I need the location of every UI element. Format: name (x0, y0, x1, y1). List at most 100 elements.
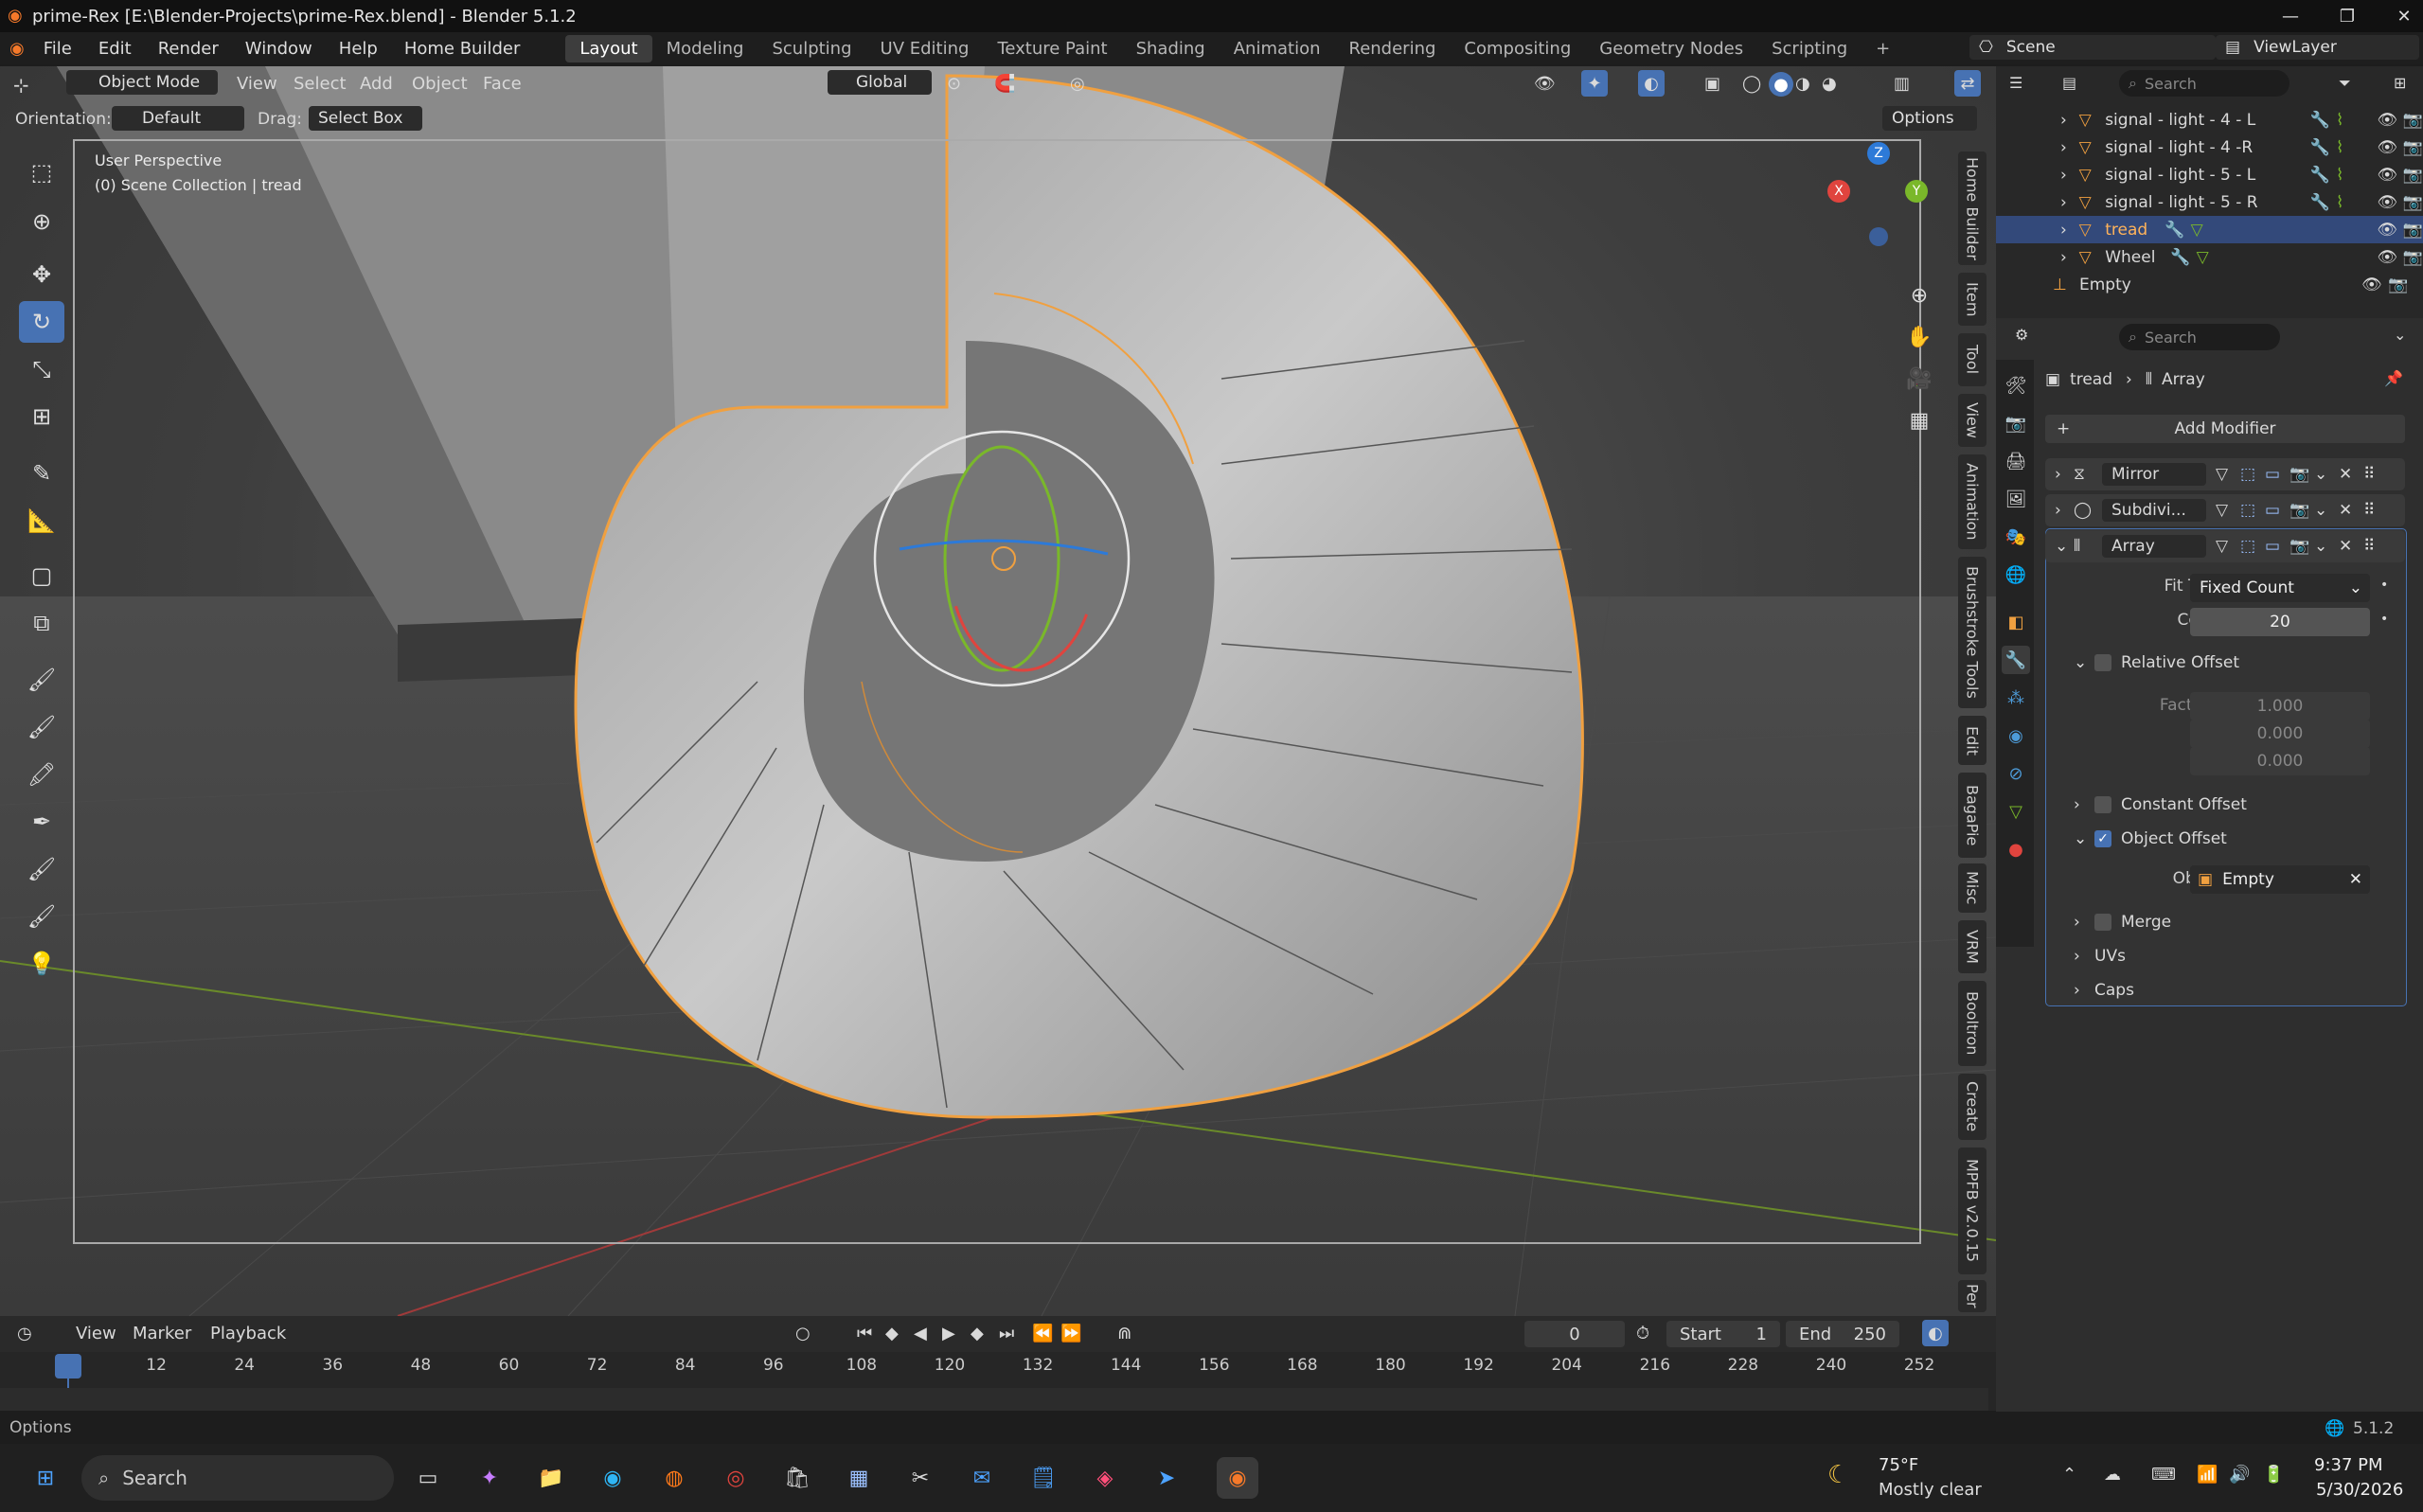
timeline-overlay-icon[interactable]: ◐ (1922, 1320, 1949, 1346)
object-tab[interactable]: ◧ (2002, 608, 2030, 636)
render-tab[interactable]: 📷 (2002, 409, 2030, 437)
properties-search[interactable]: ⌕ Search (2119, 324, 2280, 350)
calculator-icon[interactable]: ▦ (838, 1457, 880, 1499)
stopwatch-icon[interactable]: ⏱ (1636, 1324, 1649, 1343)
play-icon[interactable]: ▶ (942, 1324, 955, 1343)
menu-add[interactable]: Add (360, 74, 393, 94)
display-mode-icon[interactable]: ▤ (2062, 74, 2076, 92)
eye-icon[interactable]: 👁 (2361, 276, 2388, 294)
expand-arrow-icon[interactable]: › (2055, 465, 2074, 484)
wireframe-shading-icon[interactable]: ◯ (1742, 74, 1761, 94)
chevron-down-icon[interactable]: ⌄ (2314, 537, 2339, 556)
clock-date[interactable]: 5/30/2026 (2316, 1480, 2403, 1500)
options-dropdown[interactable]: Options (1882, 106, 1977, 131)
measure-tool[interactable]: 📐 (19, 500, 64, 542)
factor-x-field[interactable]: 1.000 (2190, 692, 2370, 720)
scene-selector[interactable]: ⎔ Scene (1969, 35, 2216, 60)
world-tab[interactable]: 🌐 (2002, 560, 2030, 589)
timeline-ruler[interactable]: 0122436486072849610812013214415616818019… (0, 1352, 1996, 1411)
transform-tool[interactable]: ⊞ (19, 396, 64, 437)
pin-icon[interactable]: 📌 (2384, 369, 2403, 387)
viewport-display-icon[interactable]: ▭ (2265, 537, 2289, 556)
volume-icon[interactable]: 🔊 (2229, 1465, 2250, 1485)
menu-file[interactable]: File (30, 39, 85, 59)
tab-layout[interactable]: Layout (565, 34, 652, 62)
timeline-menu-marker[interactable]: Marker (133, 1324, 191, 1343)
battery-icon[interactable]: 🔋 (2263, 1465, 2284, 1485)
outliner-row[interactable]: › ▽ Wheel 🔧 ▽ 👁 📷 (1996, 243, 2423, 271)
clear-icon[interactable]: ✕ (2349, 870, 2362, 889)
editor-type-icon[interactable]: ⊹ (13, 74, 29, 97)
edge-icon[interactable]: ◉ (592, 1457, 633, 1499)
outliner-row-selected[interactable]: › ▽ tread 🔧 ▽ 👁 📷 (1996, 216, 2423, 243)
object-offset-subpanel[interactable]: ⌄ ✓ Object Offset (2074, 829, 2227, 848)
cursor-tool[interactable]: ⊕ (19, 201, 64, 242)
constant-offset-checkbox[interactable] (2094, 796, 2111, 813)
expand-arrow-icon[interactable]: › (2060, 111, 2079, 130)
modifier-name-field[interactable]: Mirror (2102, 463, 2206, 486)
filter-icon[interactable]: ⏷ (2339, 74, 2351, 93)
chevron-down-icon[interactable]: ⌄ (2314, 465, 2339, 484)
transform-orientation-selector[interactable]: Global (828, 70, 932, 95)
tab-shading[interactable]: Shading (1122, 35, 1220, 62)
camera-render-icon[interactable]: 📷 (2403, 111, 2423, 130)
material-shading-icon[interactable]: ◑ (1795, 74, 1810, 94)
jump-end-icon[interactable]: ⏭ (999, 1324, 1014, 1343)
relative-offset-subpanel[interactable]: ⌄ Relative Offset (2074, 653, 2239, 672)
copilot-icon[interactable]: ✦ (469, 1457, 510, 1499)
eye-icon[interactable]: 👁 (2377, 138, 2403, 157)
tab-modeling[interactable]: Modeling (652, 35, 758, 62)
current-frame-field[interactable]: 0 (1524, 1321, 1625, 1347)
object-offset-checkbox[interactable]: ✓ (2094, 830, 2111, 847)
edit-mode-icon[interactable]: ⬚ (2240, 537, 2265, 556)
tab-animation[interactable]: Animation (1220, 35, 1335, 62)
menu-home-builder[interactable]: Home Builder (391, 39, 534, 59)
uvs-subpanel[interactable]: › UVs (2074, 947, 2126, 966)
status-options[interactable]: Options (9, 1418, 72, 1437)
clock-time[interactable]: 9:37 PM (2314, 1455, 2383, 1475)
visibility-icon[interactable]: 👁 (1534, 74, 1556, 94)
outliner-row[interactable]: › ▽ signal - light - 4 -R 🔧 ⌇ 👁 📷 (1996, 133, 2423, 161)
scale-tool[interactable]: ⤡ (19, 348, 64, 390)
output-tab[interactable]: 🖨 (2002, 447, 2030, 475)
gizmo-y-axis[interactable]: Y (1905, 180, 1928, 203)
camera-render-icon[interactable]: 📷 (2403, 138, 2423, 157)
render-toggle-icon[interactable]: 📷 (2289, 465, 2314, 484)
tab-rendering[interactable]: Rendering (1335, 35, 1451, 62)
3d-viewport[interactable]: User Perspective (0) Scene Collection | … (0, 66, 1996, 1316)
file-explorer-icon[interactable]: 📁 (530, 1457, 572, 1499)
render-toggle-icon[interactable]: 📷 (2289, 537, 2314, 556)
blender-taskbar-icon[interactable]: ◉ (1217, 1457, 1258, 1499)
expand-arrow-icon[interactable]: › (2060, 221, 2079, 240)
drag-handle-icon[interactable]: ⠿ (2363, 501, 2375, 520)
snap-timeline-icon[interactable]: ⋒ (1117, 1324, 1131, 1343)
tab-geometry-nodes[interactable]: Geometry Nodes (1585, 35, 1757, 62)
merge-checkbox[interactable] (2094, 914, 2111, 931)
gizmo-neg-z[interactable] (1869, 227, 1888, 246)
start-frame-field[interactable]: Start 1 (1666, 1321, 1780, 1347)
vpn-icon[interactable]: ➤ (1146, 1457, 1187, 1499)
gizmo-toggle-icon[interactable]: ✦ (1581, 70, 1608, 97)
view-layer-selector[interactable]: ▤ ViewLayer (2216, 35, 2419, 60)
data-tab[interactable]: ▽ (2002, 797, 2030, 826)
light-tool[interactable]: 💡 (19, 943, 64, 985)
edit-mode-icon[interactable]: ⬚ (2240, 501, 2265, 520)
tray-chevron-up-icon[interactable]: ⌃ (2062, 1465, 2076, 1485)
sidetab-bagapie[interactable]: BagaPie (1958, 773, 1987, 858)
drag-selector[interactable]: Select Box (309, 106, 422, 131)
constant-offset-subpanel[interactable]: › Constant Offset (2074, 795, 2247, 814)
brush-tool-5[interactable]: 🖌 (19, 848, 64, 890)
outliner-editor-icon[interactable]: ☰ (2009, 74, 2022, 92)
camera-view-button[interactable]: 🎥 (1898, 358, 1940, 400)
menu-object[interactable]: Object (412, 74, 468, 94)
new-collection-icon[interactable]: ⊞ (2394, 74, 2406, 92)
firefox-icon[interactable]: ◍ (653, 1457, 695, 1499)
menu-view[interactable]: View (237, 74, 277, 94)
gizmo-x-axis[interactable]: X (1827, 180, 1850, 203)
render-toggle-icon[interactable]: 📷 (2289, 501, 2314, 520)
expand-arrow-icon[interactable]: › (2060, 138, 2079, 157)
expand-arrow-icon[interactable]: › (2060, 166, 2079, 185)
chrome-icon[interactable]: ◎ (715, 1457, 757, 1499)
brush-tool-2[interactable]: 🖌 (19, 706, 64, 748)
sidetab-per[interactable]: Per (1958, 1280, 1987, 1312)
